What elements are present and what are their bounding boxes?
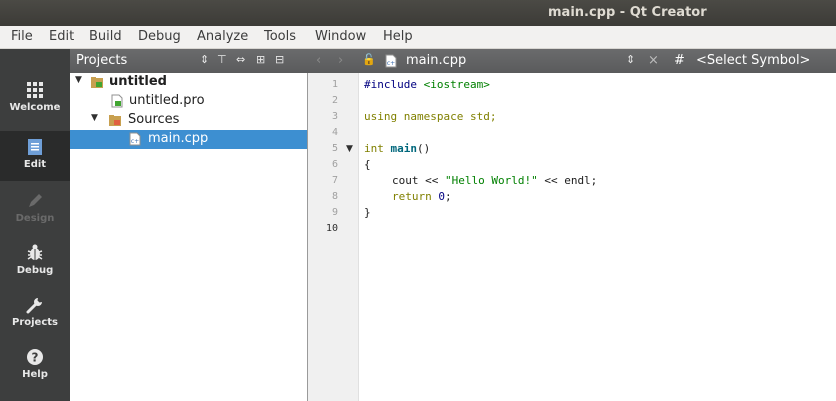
forward-arrow-icon[interactable]: › xyxy=(338,53,343,68)
tree-item-label: main.cpp xyxy=(148,131,209,146)
line-number: 9 xyxy=(331,207,338,218)
code-line: cout << "Hello World!" << endl; xyxy=(392,174,598,187)
expand-arrow-icon[interactable]: ▼ xyxy=(75,75,82,85)
menu-help[interactable]: Help xyxy=(383,29,413,44)
projects-view-selector[interactable]: Projects xyxy=(76,53,127,68)
mode-design-label: Design xyxy=(15,213,55,224)
wrench-icon xyxy=(26,298,42,314)
mode-edit[interactable]: Edit xyxy=(0,131,70,181)
back-arrow-icon[interactable]: ‹ xyxy=(316,53,321,68)
menu-tools[interactable]: Tools xyxy=(264,29,296,44)
line-number: 7 xyxy=(331,175,338,186)
mode-edit-label: Edit xyxy=(23,159,47,170)
tree-item-sources[interactable]: ▼ Sources xyxy=(70,111,307,130)
mode-welcome[interactable]: Welcome xyxy=(0,74,70,124)
updown-arrows-icon[interactable]: ⇕ xyxy=(200,53,209,66)
projects-toolbar: Projects ⇕ ⊤ ⇔ ⊞ ⊟ xyxy=(70,49,308,73)
project-tree: ▼ untitled untitled.pro ▼ Sources c+ mai… xyxy=(70,73,308,401)
tree-item-untitled[interactable]: ▼ untitled xyxy=(70,73,307,92)
menu-window[interactable]: Window xyxy=(315,29,366,44)
line-number: 2 xyxy=(331,95,338,106)
menu-file[interactable]: File xyxy=(11,29,33,44)
mode-welcome-label: Welcome xyxy=(9,102,61,113)
menu-edit[interactable]: Edit xyxy=(49,29,74,44)
menu-analyze[interactable]: Analyze xyxy=(197,29,248,44)
svg-text:c+: c+ xyxy=(387,60,395,67)
open-file-selector[interactable]: main.cpp xyxy=(406,53,466,68)
code-editor[interactable]: #include <iostream> using namespace std;… xyxy=(359,73,836,401)
code-line: } xyxy=(364,206,371,219)
code-line: return 0; xyxy=(392,190,452,203)
mode-projects-label: Projects xyxy=(11,317,58,328)
sources-folder-icon xyxy=(109,115,121,126)
cpp-file-icon: c+ xyxy=(385,54,397,68)
pro-file-icon xyxy=(111,94,123,108)
mode-debug[interactable]: Debug xyxy=(0,237,70,287)
mode-projects[interactable]: Projects xyxy=(0,289,70,339)
svg-text:c+: c+ xyxy=(131,138,139,145)
symbol-selector[interactable]: <Select Symbol> xyxy=(696,53,810,68)
line-number: 3 xyxy=(331,111,338,122)
editor-toolbar: ‹ › 🔓 c+ main.cpp ⇕ × # <Select Symbol> xyxy=(308,49,836,73)
mode-design[interactable]: Design xyxy=(0,185,70,235)
grid-icon xyxy=(27,82,43,98)
code-line: using namespace std; xyxy=(364,110,497,123)
menu-bar: File Edit Build Debug Analyze Tools Wind… xyxy=(0,26,836,49)
mode-help-label: Help xyxy=(22,369,48,380)
menu-debug[interactable]: Debug xyxy=(138,29,181,44)
pencil-icon xyxy=(29,194,42,207)
bug-icon xyxy=(27,244,43,260)
fold-arrow-icon[interactable]: ▼ xyxy=(346,144,353,154)
mode-debug-label: Debug xyxy=(16,265,54,276)
title-bar: main.cpp - Qt Creator xyxy=(0,0,836,26)
line-number-current: 10 xyxy=(325,223,338,234)
split-icon[interactable]: ⊞ xyxy=(256,53,265,66)
tree-item-label: untitled xyxy=(109,74,167,89)
menu-build[interactable]: Build xyxy=(89,29,122,44)
code-line: #include <iostream> xyxy=(364,78,490,91)
tree-item-main-cpp[interactable]: c+ main.cpp xyxy=(70,130,307,149)
mode-help[interactable]: ? Help xyxy=(0,341,70,391)
close-document-icon[interactable]: × xyxy=(648,53,659,68)
symbol-hash: # xyxy=(674,53,685,68)
link-icon[interactable]: ⇔ xyxy=(236,53,245,66)
svg-text:?: ? xyxy=(32,351,39,365)
line-number: 5 xyxy=(331,143,338,154)
mode-sidebar: Welcome Edit Design Debug Projects ? Hel… xyxy=(0,49,70,401)
code-line: { xyxy=(364,158,371,171)
filter-icon[interactable]: ⊤ xyxy=(217,53,227,66)
lock-icon[interactable]: 🔓 xyxy=(362,53,376,66)
code-line: int main() xyxy=(364,142,431,155)
line-number: 8 xyxy=(331,191,338,202)
window-title: main.cpp - Qt Creator xyxy=(548,5,707,20)
line-number: 6 xyxy=(331,159,338,170)
close-pane-icon[interactable]: ⊟ xyxy=(275,53,284,66)
line-number: 4 xyxy=(331,127,338,138)
editor-gutter: 1 2 3 4 5 ▼ 6 7 8 9 10 xyxy=(308,73,359,401)
document-icon xyxy=(28,139,42,155)
updown-arrows-icon[interactable]: ⇕ xyxy=(626,53,635,66)
question-icon: ? xyxy=(27,349,43,365)
tree-item-untitled-pro[interactable]: untitled.pro xyxy=(70,92,307,111)
line-number: 1 xyxy=(331,79,338,90)
project-folder-icon xyxy=(91,77,103,88)
tree-item-label: Sources xyxy=(128,112,180,127)
expand-arrow-icon[interactable]: ▼ xyxy=(91,113,98,123)
cpp-file-icon: c+ xyxy=(129,132,141,146)
tree-item-label: untitled.pro xyxy=(129,93,205,108)
